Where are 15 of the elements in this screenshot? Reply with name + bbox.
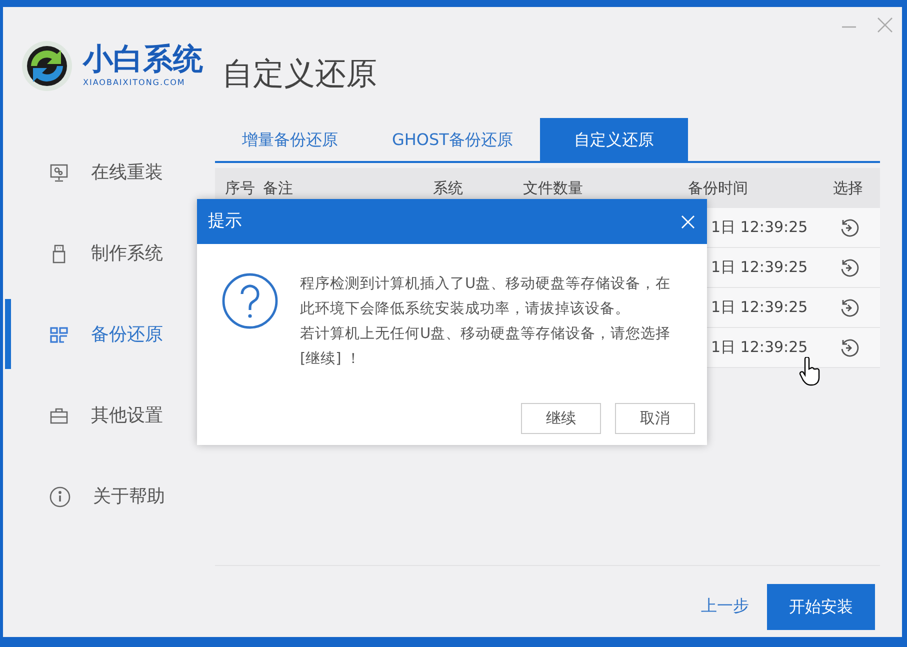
- table-cell-text: 1日 12:39:25: [711, 297, 809, 318]
- column-header: 选择: [833, 178, 864, 199]
- column-header: 文件数量: [523, 178, 584, 199]
- dialog-title: 提示: [208, 210, 242, 233]
- logo-name: 小白系统: [83, 43, 203, 77]
- column-header: 备份时间: [688, 178, 749, 199]
- column-header: 系统: [433, 178, 464, 199]
- page-title: 自定义还原: [222, 55, 377, 94]
- table-cell-text: 1日 12:39:25: [711, 217, 809, 238]
- table-cell-text: 1日 12:39:25: [711, 337, 809, 358]
- column-header: 序号: [224, 178, 256, 199]
- dialog-message: 程序检测到计算机插入了U盘、移动硬盘等存储设备，在 此环境下会降低系统安装成功率，请拔掉该设备。 若计算机上无任何U盘、移动硬盘等存储设备，请您选择 [继续] ！: [300, 275, 671, 369]
- column-header: 备注: [263, 178, 294, 199]
- logo-domain: XIAOBAIXITONG.COM: [83, 77, 186, 89]
- table-cell-text: 1日 12:39:25: [711, 257, 809, 278]
